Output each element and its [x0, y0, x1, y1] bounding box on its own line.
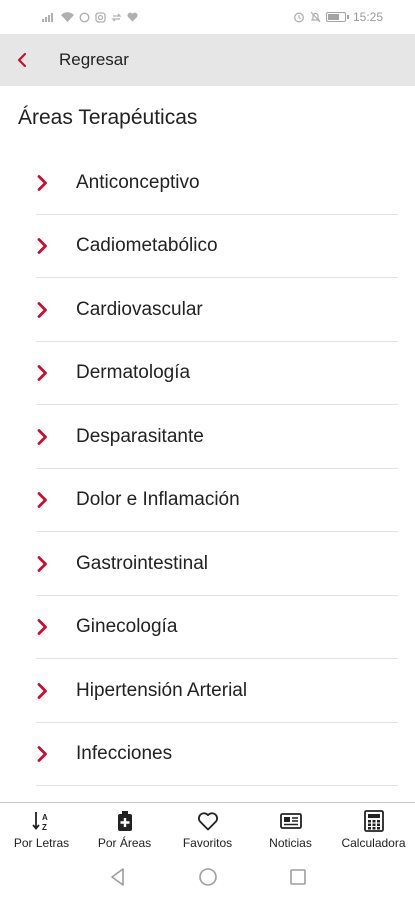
svg-text:A: A — [42, 813, 48, 822]
recents-square-icon[interactable] — [287, 866, 309, 888]
list-item-label: Hipertensión Arterial — [76, 679, 248, 701]
chevron-right-icon — [37, 619, 47, 636]
list-item-label: Desparasitante — [76, 425, 204, 447]
tab-noticias[interactable]: Noticias — [249, 803, 332, 854]
app-header: Regresar — [0, 34, 415, 86]
chevron-right-icon — [37, 492, 47, 509]
tab-label: Calculadora — [341, 836, 406, 850]
status-time: 15:25 — [352, 10, 383, 24]
list-item-label: Gastrointestinal — [76, 552, 209, 574]
status-left-icons — [42, 11, 138, 23]
tab-por-areas[interactable]: Por Áreas — [83, 803, 166, 854]
battery-icon — [325, 12, 349, 22]
status-right-icons: 15:25 — [293, 10, 383, 24]
whatsapp-icon — [79, 11, 90, 23]
list-item-label: Ginecología — [76, 616, 178, 638]
list-item-label: Cadiometabólico — [76, 235, 218, 257]
tab-favoritos[interactable]: Favoritos — [166, 803, 249, 854]
alarm-icon — [294, 12, 304, 23]
list-item[interactable]: Hipertensión Arterial — [0, 659, 415, 723]
instagram-icon — [95, 11, 106, 23]
list-item-label: Dolor e Inflamación — [76, 489, 240, 511]
bottom-tab-bar: A Z Por Letras Por Áreas Favoritos Notic… — [0, 802, 415, 854]
list-item[interactable]: Cardiovascular — [0, 278, 415, 342]
therapeutic-areas-list: Anticonceptivo Cadiometabólico Cardiovascu… — [0, 151, 415, 786]
list-item[interactable]: Dermatología — [0, 342, 415, 405]
tab-label: Noticias — [269, 836, 312, 850]
medicine-bag-icon — [117, 811, 132, 831]
tab-label: Favoritos — [182, 836, 233, 850]
chevron-right-icon — [37, 365, 47, 382]
heart-outline-icon — [197, 812, 218, 831]
chevron-right-icon — [37, 428, 47, 445]
tab-label: Por Áreas — [97, 836, 152, 850]
tab-label: Por Letras — [13, 836, 70, 850]
back-label: Regresar — [59, 50, 129, 69]
chevron-right-icon — [37, 174, 47, 191]
sync-icon — [111, 13, 122, 21]
list-item[interactable]: Infecciones — [0, 723, 415, 786]
list-item-label: Anticonceptivo — [76, 171, 200, 193]
list-item-label: Dermatología — [76, 362, 191, 384]
chevron-left-icon — [17, 52, 27, 68]
list-item[interactable]: Gastrointestinal — [0, 532, 415, 596]
svg-text:Z: Z — [42, 823, 47, 832]
sort-az-icon: A Z — [31, 812, 48, 832]
chevron-right-icon — [37, 238, 47, 255]
chevron-right-icon — [37, 301, 47, 318]
list-item[interactable]: Cadiometabólico — [0, 215, 415, 278]
back-triangle-icon[interactable] — [107, 866, 129, 888]
list-item-label: Cardiovascular — [76, 298, 203, 320]
page-title: Áreas Terapéuticas — [18, 106, 198, 129]
calculator-icon — [363, 810, 384, 832]
newspaper-icon — [279, 813, 302, 829]
list-item[interactable]: Ginecología — [0, 596, 415, 659]
divider — [36, 785, 398, 786]
wifi-icon — [61, 12, 74, 22]
mute-icon — [310, 11, 321, 23]
list-item[interactable]: Dolor e Inflamación — [0, 469, 415, 532]
list-item[interactable]: Desparasitante — [0, 405, 415, 469]
status-bar: 15:25 — [0, 0, 415, 34]
tab-calculadora[interactable]: Calculadora — [332, 803, 415, 854]
signal-icon — [42, 13, 53, 22]
heart-icon — [127, 12, 138, 22]
list-item[interactable]: Anticonceptivo — [0, 151, 415, 215]
home-circle-icon[interactable] — [197, 866, 219, 888]
chevron-right-icon — [37, 555, 47, 572]
chevron-right-icon — [37, 682, 47, 699]
list-item-label: Infecciones — [76, 743, 173, 765]
system-navigation-bar — [0, 854, 415, 900]
back-button[interactable]: Regresar — [0, 34, 129, 86]
chevron-right-icon — [37, 746, 47, 763]
tab-por-letras[interactable]: A Z Por Letras — [0, 803, 83, 854]
